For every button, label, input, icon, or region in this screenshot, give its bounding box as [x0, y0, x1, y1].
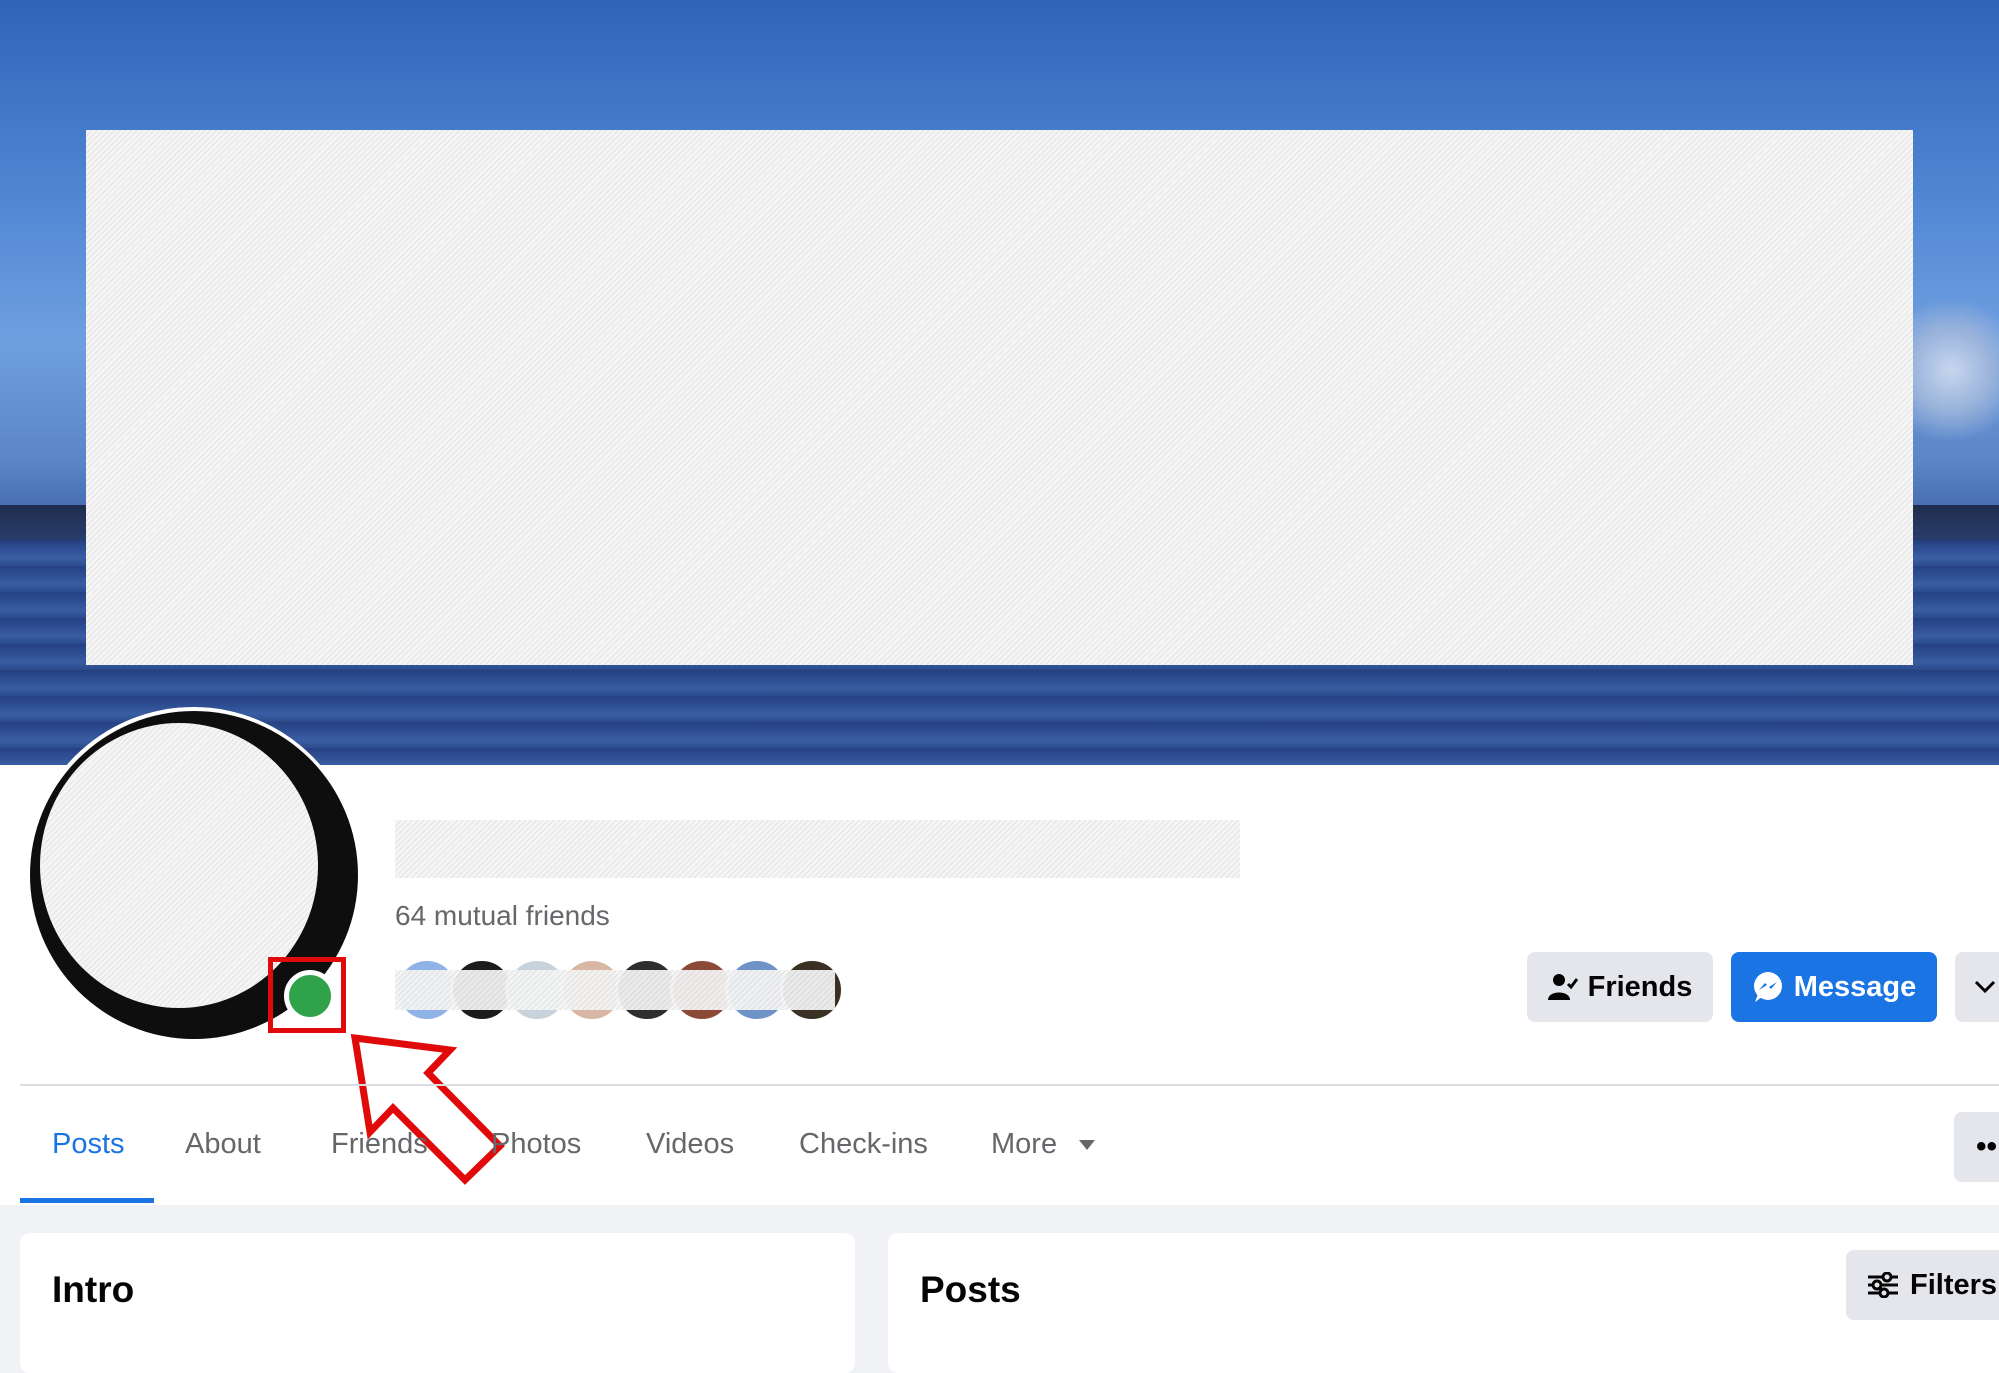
tab-check-ins[interactable]: Check-ins [799, 1128, 928, 1161]
tab-about[interactable]: About [185, 1128, 261, 1161]
filters-icon [1868, 1272, 1898, 1298]
tabs-more-options-button[interactable]: •• [1954, 1112, 1999, 1182]
tab-friends[interactable]: Friends [331, 1128, 428, 1161]
mutual-friends-count[interactable]: 64 mutual friends [395, 900, 610, 932]
caret-down-icon [1079, 1140, 1096, 1151]
cover-photo[interactable] [0, 0, 1999, 765]
tab-photos[interactable]: Photos [491, 1128, 581, 1161]
message-button-label: Message [1793, 970, 1917, 1003]
mutual-friend-avatars[interactable] [395, 958, 845, 1022]
posts-title: Posts [920, 1269, 1021, 1310]
message-button[interactable]: Message [1731, 952, 1937, 1022]
chevron-down-icon [1974, 980, 1996, 994]
tab-more[interactable]: More [991, 1128, 1096, 1161]
intro-title: Intro [52, 1269, 135, 1310]
active-tab-indicator [20, 1198, 154, 1203]
tab-videos[interactable]: Videos [646, 1128, 734, 1161]
friend-check-icon [1547, 974, 1578, 1000]
profile-tabs: Posts About Friends Photos Videos Check-… [20, 1086, 1999, 1206]
cover-redaction [86, 130, 1913, 665]
friend-avatars-redaction [395, 970, 835, 1010]
filters-button[interactable]: Filters [1846, 1250, 1999, 1320]
profile-more-button[interactable] [1955, 952, 1999, 1022]
tab-more-label: More [991, 1128, 1058, 1160]
filters-label: Filters [1910, 1268, 1998, 1301]
messenger-icon [1753, 972, 1782, 1002]
posts-card: Posts [888, 1233, 1999, 1373]
friends-button-label: Friends [1587, 970, 1693, 1003]
profile-name-redaction [395, 820, 1240, 878]
tab-posts[interactable]: Posts [52, 1128, 125, 1161]
annotation-highlight-box [268, 957, 346, 1033]
intro-card: Intro [20, 1233, 855, 1373]
friends-button[interactable]: Friends [1527, 952, 1713, 1022]
